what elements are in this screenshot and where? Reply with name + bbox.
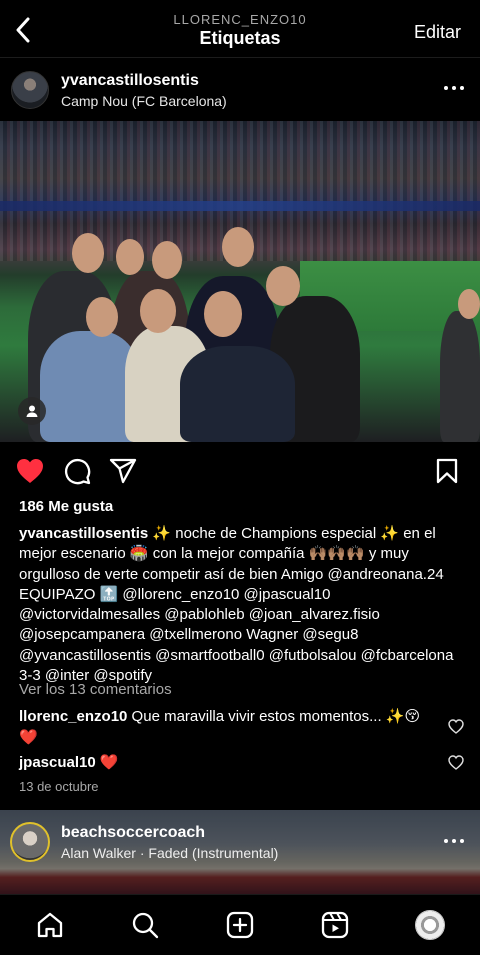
post-date: 13 de octubre: [19, 779, 99, 794]
face-shape: [86, 297, 118, 337]
edit-button[interactable]: Editar: [414, 22, 461, 43]
next-post-username[interactable]: beachsoccercoach: [61, 824, 205, 842]
header-username: LLORENC_ENZO10: [173, 12, 307, 27]
comment-like-button[interactable]: [448, 719, 464, 735]
post-username[interactable]: yvancastillosentis: [61, 72, 199, 90]
reels-icon: [321, 911, 349, 939]
share-button[interactable]: [108, 456, 138, 486]
caption-username[interactable]: yvancastillosentis: [19, 525, 148, 542]
like-count[interactable]: 186 Me gusta: [19, 498, 113, 515]
heart-outline-icon: [448, 719, 464, 734]
nav-reels[interactable]: [319, 909, 351, 941]
face-shape: [152, 241, 182, 279]
comment-button[interactable]: [62, 456, 92, 486]
view-comments-link[interactable]: Ver los 13 comentarios: [19, 681, 172, 698]
action-bar: [0, 448, 480, 492]
nav-home[interactable]: [34, 909, 66, 941]
tagged-people-button[interactable]: [18, 397, 46, 425]
comment-text: ❤️: [95, 754, 119, 771]
comment-item: llorenc_enzo10 Que maravilla vivir estos…: [19, 706, 429, 748]
post-photo[interactable]: [0, 121, 480, 442]
nav-create[interactable]: [224, 909, 256, 941]
page-title: Etiquetas: [199, 28, 281, 48]
more-options-icon[interactable]: [444, 86, 464, 92]
face-shape: [72, 233, 104, 273]
comment-like-button[interactable]: [448, 755, 464, 771]
face-shape: [116, 239, 144, 275]
like-button[interactable]: [15, 456, 45, 486]
profile-avatar: [415, 910, 445, 940]
post-location[interactable]: Camp Nou (FC Barcelona): [61, 93, 227, 109]
heart-outline-icon: [448, 755, 464, 770]
avatar[interactable]: [10, 822, 50, 862]
person-tag-icon: [26, 405, 38, 417]
caption-text: ✨ noche de Champions especial ✨ en el me…: [19, 525, 454, 685]
comment-bubble-icon: [64, 458, 91, 485]
face-shape: [140, 289, 176, 333]
search-icon: [132, 912, 159, 939]
comment-username[interactable]: llorenc_enzo10: [19, 708, 127, 725]
avatar[interactable]: [11, 71, 49, 109]
top-bar: LLORENC_ENZO10 Etiquetas Editar: [0, 0, 480, 58]
face-shape: [266, 266, 300, 306]
bottom-nav: [0, 894, 480, 955]
post-caption: yvancastillosentis ✨ noche de Champions …: [19, 524, 464, 686]
next-post-song[interactable]: Alan Walker · Faded (Instrumental): [61, 845, 278, 861]
person-shape: [180, 346, 295, 442]
heart-filled-icon: [17, 459, 43, 483]
next-post[interactable]: beachsoccercoach Alan Walker · Faded (In…: [0, 810, 480, 894]
more-options-icon[interactable]: [444, 839, 464, 845]
face-shape: [222, 227, 254, 267]
save-button[interactable]: [432, 456, 462, 486]
person-shape: [440, 311, 480, 442]
comment-username[interactable]: jpascual10: [19, 754, 96, 771]
nav-search[interactable]: [129, 909, 161, 941]
paper-plane-icon: [109, 458, 137, 484]
post-header: yvancastillosentis Camp Nou (FC Barcelon…: [0, 60, 480, 120]
stadium-banner: [0, 201, 480, 211]
create-plus-icon: [226, 911, 254, 939]
nav-profile[interactable]: [414, 909, 446, 941]
face-shape: [458, 289, 480, 319]
comment-item: jpascual10 ❤️: [19, 752, 429, 773]
bookmark-icon: [436, 458, 458, 484]
home-icon: [37, 912, 63, 938]
face-shape: [204, 291, 242, 337]
